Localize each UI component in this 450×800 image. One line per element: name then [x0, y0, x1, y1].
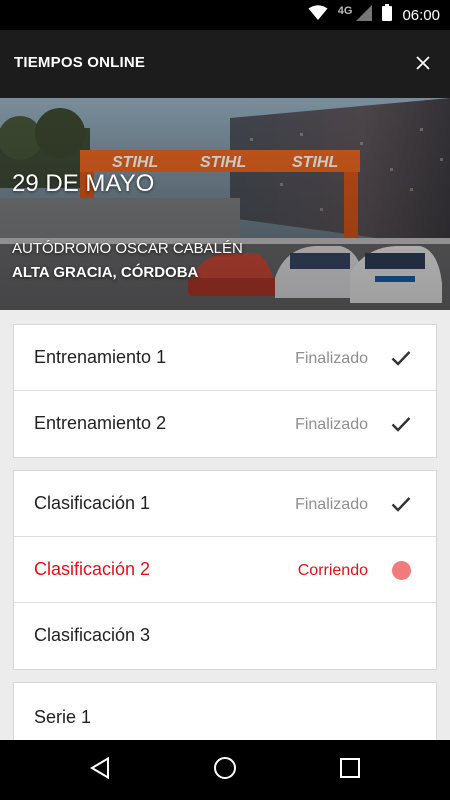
- clock: 06:00: [402, 6, 440, 24]
- page-title: TIEMPOS ONLINE: [14, 54, 146, 71]
- series-card: Serie 1: [13, 682, 437, 740]
- session-name: Clasificación 1: [34, 493, 151, 513]
- qualifying-card: Clasificación 1 Finalizado Clasificación…: [13, 470, 437, 670]
- session-row[interactable]: Clasificación 3: [14, 603, 436, 669]
- app-bar: TIEMPOS ONLINE: [0, 30, 450, 98]
- signal-icon: [356, 4, 373, 26]
- status-bar: 4G 06:00: [0, 0, 450, 30]
- session-row[interactable]: Serie 1: [14, 683, 436, 740]
- back-icon: [90, 756, 110, 784]
- battery-icon: [382, 4, 393, 26]
- session-name: Entrenamiento 1: [34, 347, 167, 367]
- session-name: Clasificación 3: [34, 625, 151, 645]
- event-header-image: STIHL STIHL STIHL 29 DE MAYO AUTÓDROMO O…: [0, 98, 450, 310]
- close-icon: [416, 55, 430, 75]
- session-name: Serie 1: [34, 707, 92, 727]
- check-icon: [390, 347, 412, 369]
- recents-icon: [340, 757, 360, 783]
- session-name: Clasificación 2: [34, 559, 151, 579]
- system-nav-bar: [0, 740, 450, 800]
- session-status: Finalizado: [295, 496, 368, 513]
- session-row[interactable]: Entrenamiento 2 Finalizado: [14, 391, 436, 457]
- event-date: 29 DE MAYO: [12, 170, 155, 197]
- event-venue: AUTÓDROMO OSCAR CABALÉN: [12, 240, 243, 257]
- live-dot-icon: [390, 559, 412, 581]
- check-icon: [390, 493, 412, 515]
- network-type: 4G: [337, 5, 353, 17]
- event-city: ALTA GRACIA, CÓRDOBA: [12, 264, 199, 281]
- wifi-icon: [308, 4, 328, 26]
- session-status: Finalizado: [295, 416, 368, 433]
- session-status: Corriendo: [297, 562, 368, 579]
- back-button[interactable]: [85, 755, 115, 785]
- home-button[interactable]: [210, 755, 240, 785]
- session-row[interactable]: Entrenamiento 1 Finalizado: [14, 325, 436, 391]
- session-name: Entrenamiento 2: [34, 413, 167, 433]
- home-icon: [213, 756, 237, 785]
- close-button[interactable]: [406, 48, 440, 82]
- recents-button[interactable]: [335, 755, 365, 785]
- check-icon: [390, 413, 412, 435]
- session-row[interactable]: Clasificación 1 Finalizado: [14, 471, 436, 537]
- practice-card: Entrenamiento 1 Finalizado Entrenamiento…: [13, 324, 437, 458]
- sessions-list: Entrenamiento 1 Finalizado Entrenamiento…: [0, 310, 450, 740]
- session-status: Finalizado: [295, 350, 368, 367]
- session-row-live[interactable]: Clasificación 2 Corriendo: [14, 537, 436, 603]
